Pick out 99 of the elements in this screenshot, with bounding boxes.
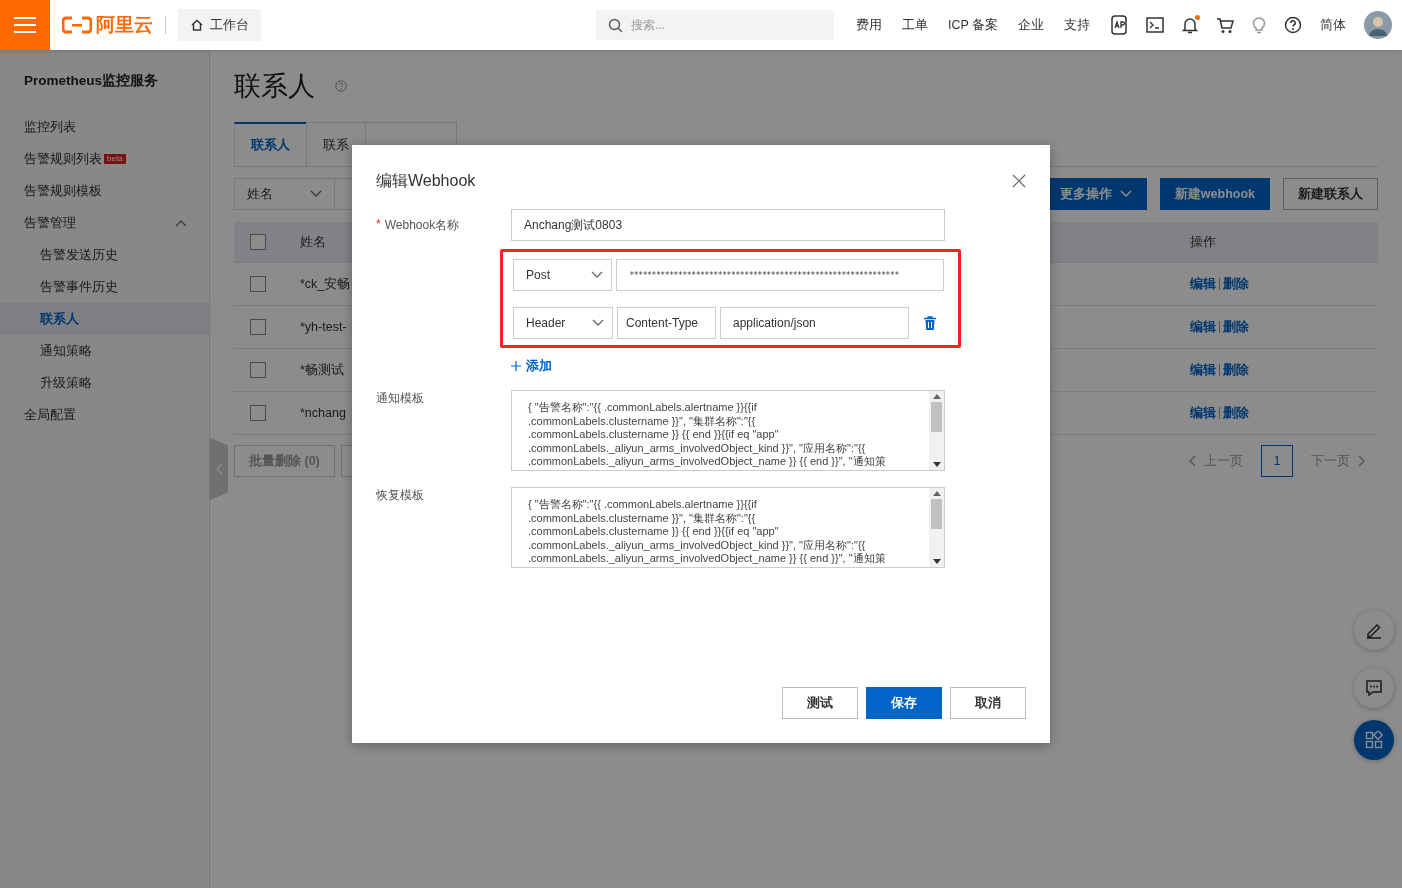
sidebar-item[interactable]: 告警管理	[0, 207, 209, 239]
nav-link[interactable]: 支持	[1064, 16, 1090, 34]
cart-icon[interactable]	[1216, 16, 1234, 34]
header-value-input[interactable]: application/json	[720, 307, 909, 339]
column-header: 姓名	[300, 233, 327, 251]
filter-select[interactable]: 姓名	[234, 178, 335, 210]
field-label: Webhook名称	[384, 216, 460, 234]
header-key-input[interactable]: Content-Type	[617, 307, 716, 339]
scroll-down-arrow-icon[interactable]	[932, 462, 941, 467]
table-cell-text: *畅测试	[300, 361, 345, 379]
checkbox[interactable]	[250, 405, 266, 421]
checkbox[interactable]	[250, 319, 266, 335]
close-icon[interactable]	[1012, 174, 1026, 188]
table-cell-text: *yh-test-	[300, 320, 348, 334]
table-cell-text: *ck_安畅	[300, 275, 352, 293]
template-textarea[interactable]: { "告警名称":"{{ .commonLabels.alertname }}{{if .commonLabels.clustername }}", "集群名称":"{{ .commonLabels.clustername }} {{ end }}{{if eq "app" .commonLabels._aliyun_arms_involvedObject_kind }}", "应用名称":"{{ .commonLabels._aliyun_arms_involvedObject_name }} {{ end }}", "通知策	[511, 487, 945, 568]
chevron-left-icon	[1188, 455, 1196, 467]
language-link[interactable]: 简体	[1320, 16, 1346, 34]
chevron-left-icon	[215, 463, 223, 475]
dialog-button[interactable]: 测试	[782, 687, 858, 719]
trash-icon[interactable]	[924, 316, 936, 330]
tab[interactable]: 联系人	[234, 122, 307, 166]
method-select[interactable]: Post	[513, 259, 613, 291]
menu-button[interactable]	[0, 0, 50, 50]
apps-button[interactable]	[1354, 720, 1394, 760]
collapse-handle[interactable]	[210, 438, 228, 500]
grid-icon	[1365, 731, 1383, 749]
action-button[interactable]: 新建联系人	[1283, 178, 1378, 210]
nav-link[interactable]: 企业	[1018, 16, 1044, 34]
table-cell-text: *nchang	[300, 406, 347, 420]
home-icon	[190, 18, 204, 32]
required-mark: *	[376, 216, 381, 233]
sidebar-title: Prometheus监控服务	[23, 72, 160, 90]
sidebar-item[interactable]: 全局配置	[0, 399, 209, 431]
chevron-down-icon	[310, 190, 322, 198]
plus-icon	[511, 361, 521, 371]
terminal-icon[interactable]	[1146, 17, 1164, 33]
chevron-down-icon	[1119, 190, 1132, 198]
nav-link[interactable]: ICP 备案	[947, 16, 998, 34]
delete-link[interactable]: 删除	[1223, 361, 1249, 379]
sidebar-item[interactable]: 告警发送历史	[0, 239, 209, 271]
search-icon	[607, 18, 623, 33]
scroll-down-arrow-icon[interactable]	[932, 559, 941, 564]
sidebar-item[interactable]: 告警规则列表 beta	[0, 143, 209, 175]
nav-link[interactable]: 费用	[855, 16, 882, 34]
checkbox[interactable]	[250, 362, 266, 378]
page-number[interactable]: 1	[1261, 445, 1293, 477]
scrollbar[interactable]	[929, 488, 944, 567]
dialog-title: 编辑Webhook	[376, 170, 476, 191]
sidebar-item[interactable]: 监控列表	[0, 111, 209, 143]
column-header: 操作	[1190, 233, 1216, 251]
dialog-button[interactable]: 取消	[950, 687, 1026, 719]
checkbox[interactable]	[250, 276, 266, 292]
logo-icon	[62, 16, 92, 34]
edit-button[interactable]	[1354, 610, 1394, 650]
url-input[interactable]: *************************************************************	[616, 259, 944, 291]
checkbox[interactable]	[250, 234, 266, 250]
sidebar-item[interactable]: 联系人	[0, 303, 209, 335]
dialog-button[interactable]: 保存	[866, 687, 942, 719]
nav-link[interactable]: 工单	[901, 16, 928, 34]
sidebar-item[interactable]: 告警事件历史	[0, 271, 209, 303]
sidebar-item[interactable]: 告警规则模板	[0, 175, 209, 207]
template-textarea[interactable]: { "告警名称":"{{ .commonLabels.alertname }}{{if .commonLabels.clustername }}", "集群名称":"{{ .commonLabels.clustername }} {{ end }}{{if eq "app" .commonLabels._aliyun_arms_involvedObject_kind }}", "应用名称":"{{ .commonLabels._aliyun_arms_involvedObject_name }} {{ end }}", "通知策	[511, 390, 945, 471]
delete-link[interactable]: 删除	[1223, 275, 1249, 293]
lightbulb-icon[interactable]	[1252, 16, 1266, 34]
workbench-button[interactable]: 工作台	[178, 9, 261, 41]
menu-icon	[14, 17, 36, 33]
header-type-select[interactable]: Header	[513, 307, 613, 339]
chevron-down-icon	[591, 271, 604, 279]
api-icon[interactable]	[1110, 15, 1128, 35]
edit-link[interactable]: 编辑	[1190, 361, 1216, 379]
chevron-right-icon	[1358, 455, 1366, 467]
sidebar-item[interactable]: 升级策略	[0, 367, 209, 399]
pencil-icon	[1365, 621, 1383, 639]
name-input[interactable]: Anchang测试0803	[511, 209, 945, 241]
field-label: 通知模板	[376, 390, 424, 407]
edit-link[interactable]: 编辑	[1190, 318, 1216, 336]
bell-icon[interactable]	[1182, 16, 1198, 34]
avatar-icon[interactable]	[1364, 11, 1392, 39]
delete-link[interactable]: 删除	[1223, 404, 1249, 422]
chevron-up-icon[interactable]	[175, 219, 187, 227]
delete-link[interactable]: 删除	[1223, 318, 1249, 336]
search-field[interactable]: 搜索...	[595, 10, 834, 40]
scroll-up-arrow-icon[interactable]	[932, 491, 941, 496]
scroll-up-arrow-icon[interactable]	[932, 394, 941, 399]
page-title: 联系人	[234, 70, 315, 103]
scrollbar[interactable]	[929, 391, 944, 470]
add-link[interactable]: 添加	[511, 356, 552, 376]
field-label: 恢复模板	[376, 487, 424, 504]
logo-text: 阿里云	[96, 13, 153, 37]
feedback-button[interactable]	[1354, 668, 1394, 708]
chevron-down-icon	[592, 319, 604, 327]
help-icon[interactable]	[1284, 16, 1302, 34]
action-button[interactable]: 新建webhook	[1159, 178, 1270, 210]
chat-icon	[1365, 679, 1383, 697]
edit-link[interactable]: 编辑	[1190, 275, 1216, 293]
edit-link[interactable]: 编辑	[1190, 404, 1216, 422]
beta-badge: beta	[104, 154, 126, 164]
sidebar-item[interactable]: 通知策略	[0, 335, 209, 367]
